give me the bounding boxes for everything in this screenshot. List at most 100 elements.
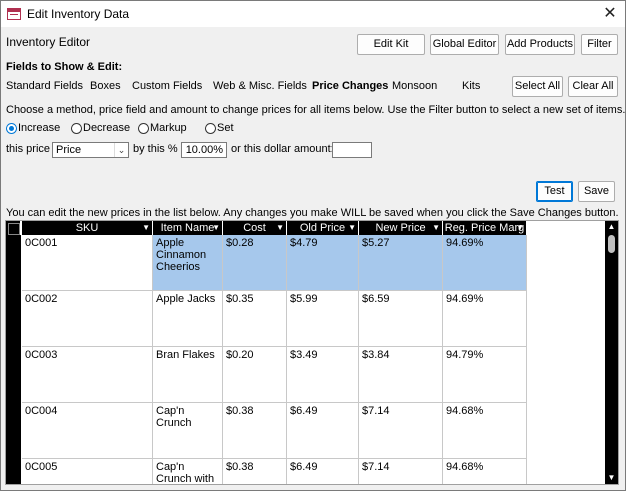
table-row-sku[interactable]: 0C002 xyxy=(22,291,153,347)
radio-markup-label: Markup xyxy=(150,122,187,134)
column-header-reg-price-margin[interactable]: Reg. Price Marg ▼ xyxy=(443,221,527,235)
client-area: Inventory Editor Edit Kit Global Editor … xyxy=(1,27,625,490)
sort-icon[interactable]: ▼ xyxy=(212,221,220,235)
instructions-text: Choose a method, price field and amount … xyxy=(6,104,626,116)
table-row-cost[interactable]: $0.35 xyxy=(223,291,287,347)
save-button[interactable]: Save xyxy=(578,181,615,202)
select-all-corner[interactable] xyxy=(6,221,21,235)
tab-custom-fields[interactable]: Custom Fields xyxy=(132,80,202,92)
title-bar: Edit Inventory Data ✕ xyxy=(1,1,625,27)
tab-monsoon[interactable]: Monsoon xyxy=(392,80,437,92)
price-field-select[interactable]: Price ⌄ xyxy=(52,142,129,158)
window-title: Edit Inventory Data xyxy=(27,7,130,21)
table-row-item-name[interactable]: Apple Cinnamon Cheerios xyxy=(153,235,223,291)
column-header-reg-price-margin-label: Reg. Price Marg xyxy=(444,222,525,234)
table-row-old-price[interactable]: $6.49 xyxy=(287,459,359,484)
radio-increase[interactable]: Increase xyxy=(6,122,60,134)
table-row-cost[interactable]: $0.38 xyxy=(223,459,287,484)
fields-title: Fields to Show & Edit: xyxy=(6,61,123,73)
dollar-amount-label: or this dollar amount: xyxy=(231,143,334,155)
table-row-old-price[interactable]: $3.49 xyxy=(287,347,359,403)
tab-price-changes[interactable]: Price Changes xyxy=(312,80,388,92)
radio-unchecked-icon xyxy=(138,122,149,134)
column-header-cost[interactable]: Cost ▼ xyxy=(223,221,287,235)
price-grid[interactable]: SKU ▼ Item Name ▼ Cost ▼ Old Price ▼ New Pri… xyxy=(5,220,619,485)
close-icon[interactable]: ✕ xyxy=(599,3,621,25)
global-editor-button[interactable]: Global Editor xyxy=(430,34,499,55)
radio-unchecked-icon xyxy=(205,122,216,134)
table-row-old-price[interactable]: $6.49 xyxy=(287,403,359,459)
table-row-item-name[interactable]: Apple Jacks xyxy=(153,291,223,347)
percent-input[interactable]: 10.00% xyxy=(181,142,227,158)
scroll-thumb[interactable] xyxy=(608,235,615,253)
table-row-sku[interactable]: 0C005 xyxy=(22,459,153,484)
radio-set[interactable]: Set xyxy=(205,122,234,134)
radio-unchecked-icon xyxy=(71,122,82,134)
radio-increase-label: Increase xyxy=(18,122,61,134)
table-row-margin[interactable]: 94.68% xyxy=(443,403,527,459)
app-icon xyxy=(7,8,21,20)
column-header-old-price[interactable]: Old Price ▼ xyxy=(287,221,359,235)
select-all-button[interactable]: Select All xyxy=(512,76,563,97)
table-row-item-name[interactable]: Cap'n Crunch xyxy=(153,403,223,459)
column-header-new-price-label: New Price xyxy=(375,222,426,234)
table-row-sku[interactable]: 0C003 xyxy=(22,347,153,403)
dollar-amount-input[interactable] xyxy=(332,142,372,158)
column-header-item-name-label: Item Name xyxy=(160,222,215,234)
tab-standard-fields[interactable]: Standard Fields xyxy=(6,80,83,92)
table-row-item-name[interactable]: Cap'n Crunch with Crunch xyxy=(153,459,223,484)
edit-inventory-window: Edit Inventory Data ✕ Inventory Editor E… xyxy=(0,0,626,491)
table-row-new-price[interactable]: $7.14 xyxy=(359,403,443,459)
column-header-new-price[interactable]: New Price ▼ xyxy=(359,221,443,235)
column-header-cost-label: Cost xyxy=(243,222,266,234)
radio-checked-icon xyxy=(6,122,17,134)
by-percent-label: by this % xyxy=(133,143,178,155)
test-button[interactable]: Test xyxy=(536,181,573,202)
scroll-down-icon[interactable]: ▼ xyxy=(605,472,618,484)
filter-button[interactable]: Filter xyxy=(581,34,618,55)
scroll-up-icon[interactable]: ▲ xyxy=(605,221,618,233)
vertical-scrollbar[interactable]: ▲ ▼ xyxy=(605,221,618,484)
radio-decrease[interactable]: Decrease xyxy=(71,122,130,134)
radio-decrease-label: Decrease xyxy=(83,122,131,134)
table-row-new-price[interactable]: $5.27 xyxy=(359,235,443,291)
radio-markup[interactable]: Markup xyxy=(138,122,187,134)
sort-icon[interactable]: ▼ xyxy=(516,221,524,235)
column-header-old-price-label: Old Price xyxy=(299,222,346,234)
clear-all-button[interactable]: Clear All xyxy=(568,76,618,97)
radio-set-label: Set xyxy=(217,122,234,134)
price-field-value: Price xyxy=(56,144,82,156)
grid-note: You can edit the new prices in the list … xyxy=(6,207,619,219)
table-row-cost[interactable]: $0.20 xyxy=(223,347,287,403)
add-products-button[interactable]: Add Products xyxy=(505,34,575,55)
table-row-sku[interactable]: 0C001 xyxy=(22,235,153,291)
table-row-margin[interactable]: 94.68% xyxy=(443,459,527,484)
sort-icon[interactable]: ▼ xyxy=(276,221,284,235)
table-row-cost[interactable]: $0.28 xyxy=(223,235,287,291)
row-selector-column[interactable] xyxy=(6,235,21,484)
sort-icon[interactable]: ▼ xyxy=(432,221,440,235)
this-price-label: this price xyxy=(6,143,51,155)
column-header-sku[interactable]: SKU ▼ xyxy=(22,221,153,235)
editor-title: Inventory Editor xyxy=(6,35,91,49)
edit-kit-button[interactable]: Edit Kit xyxy=(357,34,425,55)
column-header-sku-label: SKU xyxy=(75,222,99,234)
tab-web-misc-fields[interactable]: Web & Misc. Fields xyxy=(213,80,307,92)
table-row-margin[interactable]: 94.69% xyxy=(443,291,527,347)
table-row-margin[interactable]: 94.69% xyxy=(443,235,527,291)
table-row-new-price[interactable]: $6.59 xyxy=(359,291,443,347)
table-row-new-price[interactable]: $7.14 xyxy=(359,459,443,484)
tab-kits[interactable]: Kits xyxy=(462,80,480,92)
table-row-margin[interactable]: 94.79% xyxy=(443,347,527,403)
table-row-old-price[interactable]: $4.79 xyxy=(287,235,359,291)
table-row-sku[interactable]: 0C004 xyxy=(22,403,153,459)
table-row-old-price[interactable]: $5.99 xyxy=(287,291,359,347)
table-row-new-price[interactable]: $3.84 xyxy=(359,347,443,403)
table-row-item-name[interactable]: Bran Flakes xyxy=(153,347,223,403)
tab-boxes[interactable]: Boxes xyxy=(90,80,121,92)
sort-icon[interactable]: ▼ xyxy=(142,221,150,235)
sort-icon[interactable]: ▼ xyxy=(348,221,356,235)
column-header-item-name[interactable]: Item Name ▼ xyxy=(153,221,223,235)
chevron-down-icon: ⌄ xyxy=(114,143,128,157)
table-row-cost[interactable]: $0.38 xyxy=(223,403,287,459)
